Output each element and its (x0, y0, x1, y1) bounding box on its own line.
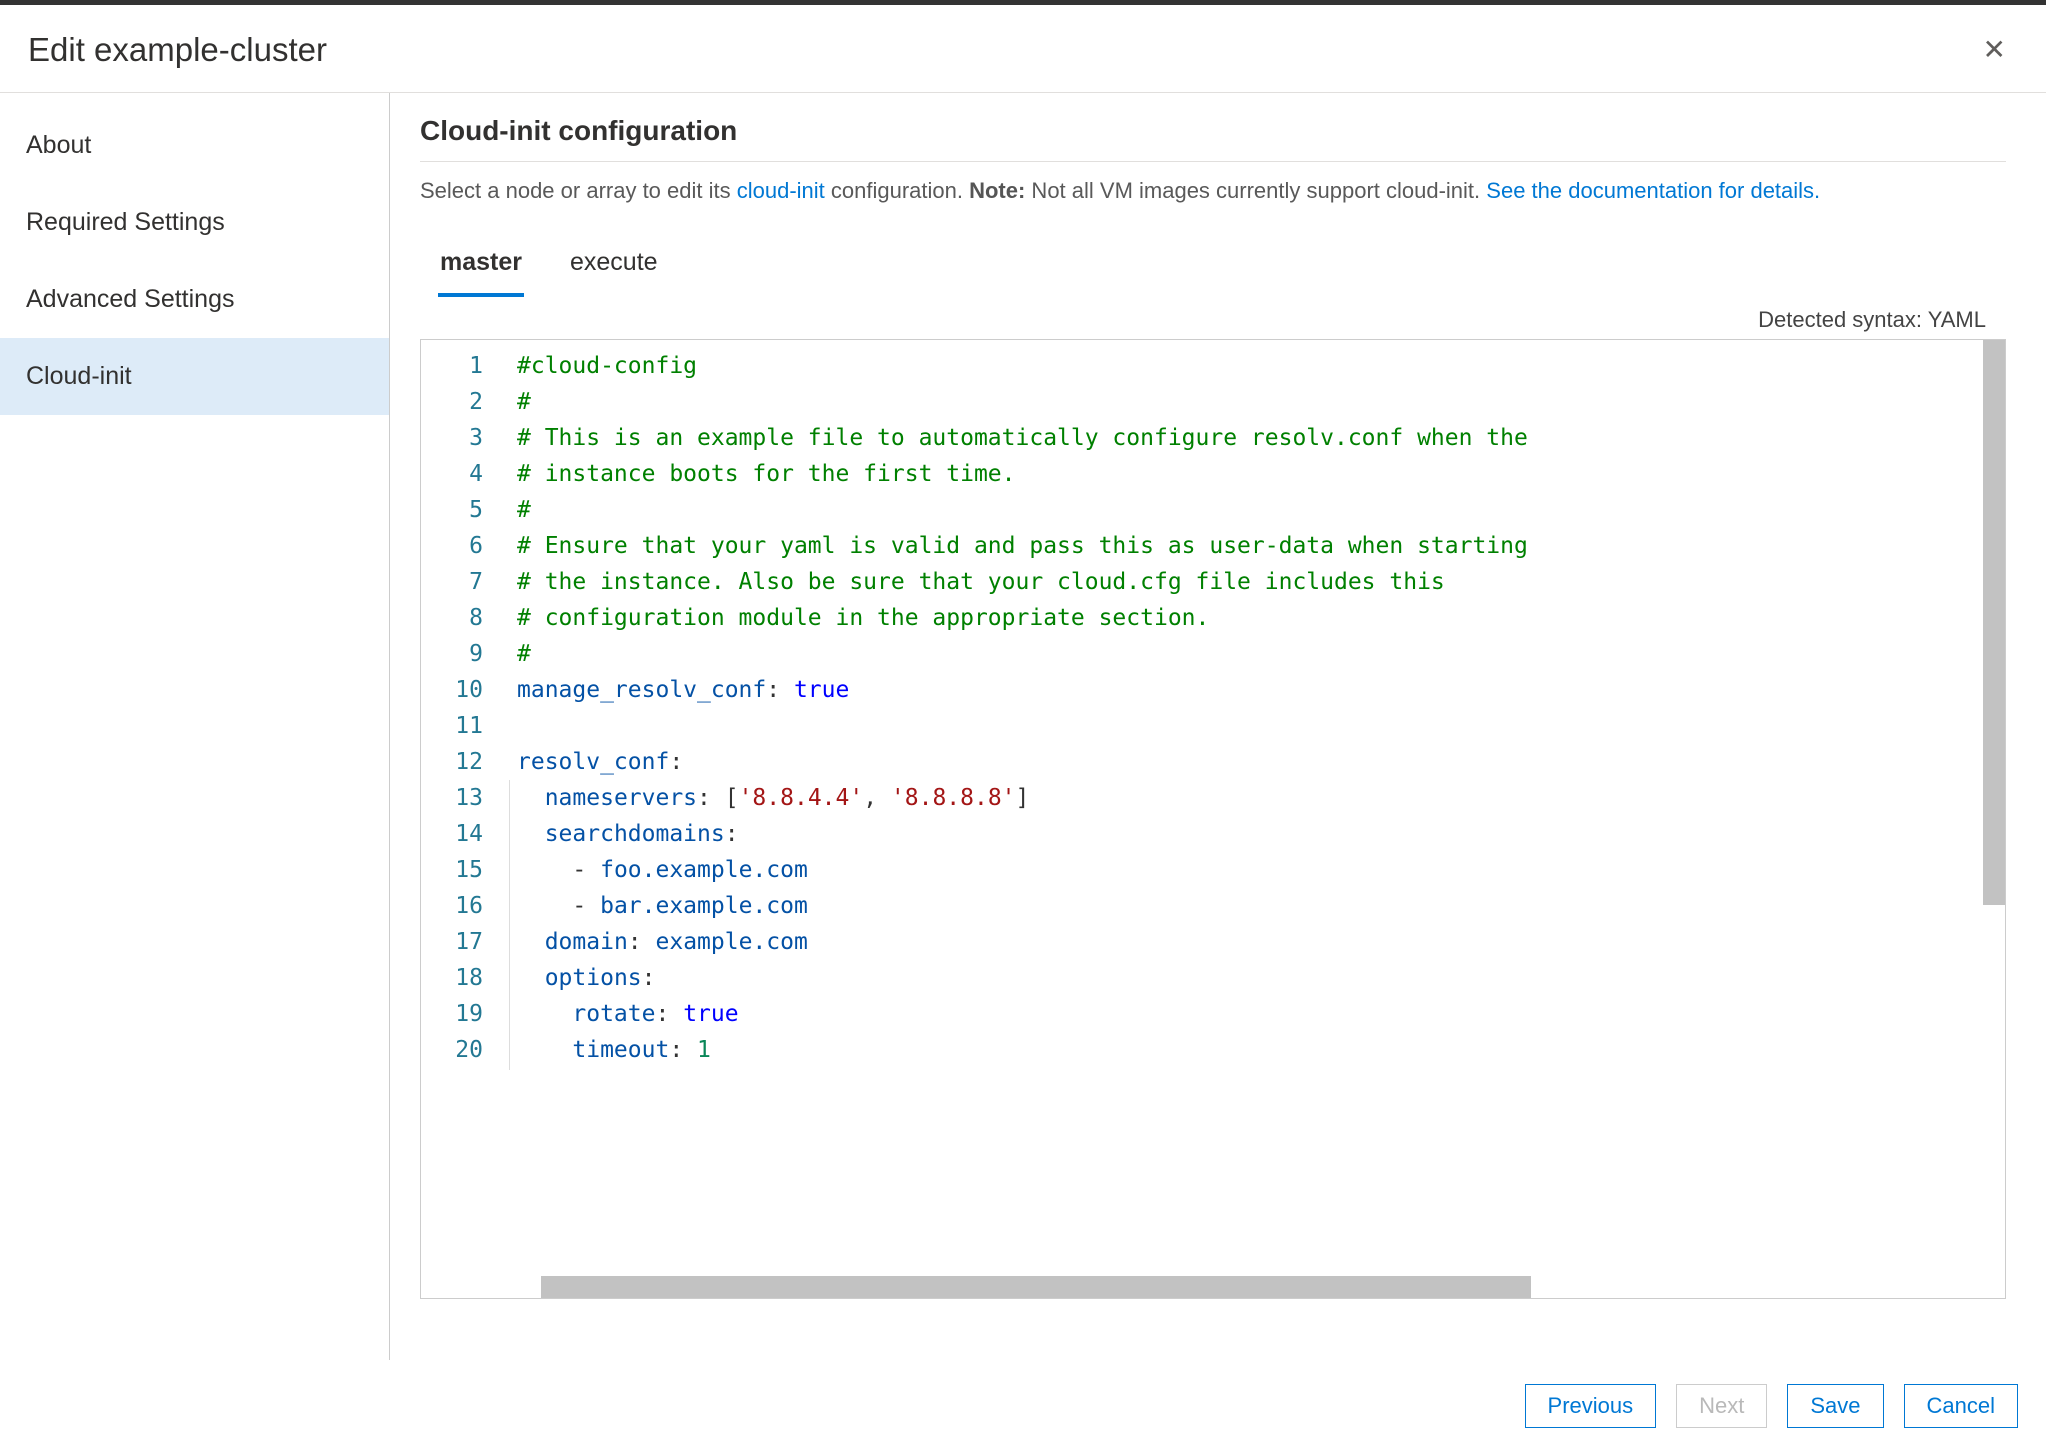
section-subtitle: Select a node or array to edit its cloud… (420, 178, 2006, 204)
subtitle-text: Select a node or array to edit its (420, 178, 737, 203)
line-number: 14 (421, 816, 483, 852)
tab-label: master (440, 248, 522, 276)
code-line[interactable]: # This is an example file to automatical… (517, 420, 2005, 456)
line-number: 9 (421, 636, 483, 672)
code-editor[interactable]: 1234567891011121314151617181920 #cloud-c… (420, 339, 2006, 1299)
dialog-title: Edit example-cluster (28, 31, 327, 69)
line-number: 11 (421, 708, 483, 744)
sidebar-item-label: About (26, 131, 91, 159)
code-line[interactable] (517, 708, 2005, 744)
code-line[interactable]: nameservers: ['8.8.4.4', '8.8.8.8'] (517, 780, 2005, 816)
line-number: 10 (421, 672, 483, 708)
line-number: 8 (421, 600, 483, 636)
code-line[interactable]: domain: example.com (517, 924, 2005, 960)
sidebar-item-label: Advanced Settings (26, 285, 234, 313)
cancel-button[interactable]: Cancel (1904, 1384, 2018, 1428)
code-line[interactable]: # (517, 384, 2005, 420)
dialog-footer: Previous Next Save Cancel (1525, 1384, 2018, 1428)
code-line[interactable]: resolv_conf: (517, 744, 2005, 780)
code-line[interactable]: - bar.example.com (517, 888, 2005, 924)
line-number: 19 (421, 996, 483, 1032)
sidebar-item-label: Cloud-init (26, 362, 132, 390)
vertical-scrollbar[interactable] (1983, 340, 2005, 905)
code-line[interactable]: # Ensure that your yaml is valid and pas… (517, 528, 2005, 564)
cloud-init-link[interactable]: cloud-init (737, 178, 825, 203)
code-line[interactable]: rotate: true (517, 996, 2005, 1032)
sidebar-item-advanced-settings[interactable]: Advanced Settings (0, 261, 389, 338)
line-number: 13 (421, 780, 483, 816)
dialog-header: Edit example-cluster ✕ (0, 5, 2046, 93)
line-number: 4 (421, 456, 483, 492)
editor-gutter: 1234567891011121314151617181920 (421, 340, 499, 1298)
tab-master[interactable]: master (438, 244, 524, 297)
code-line[interactable]: # the instance. Also be sure that your c… (517, 564, 2005, 600)
indent-guide (509, 780, 510, 1070)
save-button[interactable]: Save (1787, 1384, 1883, 1428)
code-line[interactable]: manage_resolv_conf: true (517, 672, 2005, 708)
code-line[interactable]: # configuration module in the appropriat… (517, 600, 2005, 636)
sidebar-item-cloud-init[interactable]: Cloud-init (0, 338, 389, 415)
line-number: 1 (421, 348, 483, 384)
line-number: 15 (421, 852, 483, 888)
horizontal-scrollbar[interactable] (541, 1276, 1531, 1298)
documentation-link[interactable]: See the documentation for details. (1486, 178, 1820, 203)
close-icon[interactable]: ✕ (1971, 29, 2018, 70)
line-number: 7 (421, 564, 483, 600)
line-number: 20 (421, 1032, 483, 1068)
line-number: 16 (421, 888, 483, 924)
tabs: master execute (438, 244, 2006, 297)
sidebar-item-required-settings[interactable]: Required Settings (0, 184, 389, 261)
previous-button[interactable]: Previous (1525, 1384, 1657, 1428)
subtitle-text: configuration. (825, 178, 969, 203)
line-number: 2 (421, 384, 483, 420)
main-panel: Cloud-init configuration Select a node o… (390, 93, 2046, 1360)
line-number: 5 (421, 492, 483, 528)
note-label: Note: (969, 178, 1025, 203)
dialog-body: About Required Settings Advanced Setting… (0, 93, 2046, 1360)
code-line[interactable]: #cloud-config (517, 348, 2005, 384)
section-title: Cloud-init configuration (420, 115, 2006, 162)
editor-code-area[interactable]: #cloud-config## This is an example file … (499, 340, 2005, 1298)
detected-syntax-label: Detected syntax: YAML (420, 307, 2006, 333)
sidebar-item-label: Required Settings (26, 208, 225, 236)
tab-execute[interactable]: execute (568, 244, 660, 297)
code-line[interactable]: - foo.example.com (517, 852, 2005, 888)
code-line[interactable]: # (517, 492, 2005, 528)
tab-label: execute (570, 248, 658, 276)
line-number: 17 (421, 924, 483, 960)
sidebar: About Required Settings Advanced Setting… (0, 93, 390, 1360)
code-line[interactable]: options: (517, 960, 2005, 996)
line-number: 18 (421, 960, 483, 996)
code-line[interactable]: searchdomains: (517, 816, 2005, 852)
subtitle-text: Not all VM images currently support clou… (1025, 178, 1486, 203)
sidebar-item-about[interactable]: About (0, 107, 389, 184)
line-number: 12 (421, 744, 483, 780)
code-line[interactable]: timeout: 1 (517, 1032, 2005, 1068)
code-line[interactable]: # instance boots for the first time. (517, 456, 2005, 492)
next-button: Next (1676, 1384, 1767, 1428)
line-number: 6 (421, 528, 483, 564)
code-line[interactable]: # (517, 636, 2005, 672)
line-number: 3 (421, 420, 483, 456)
